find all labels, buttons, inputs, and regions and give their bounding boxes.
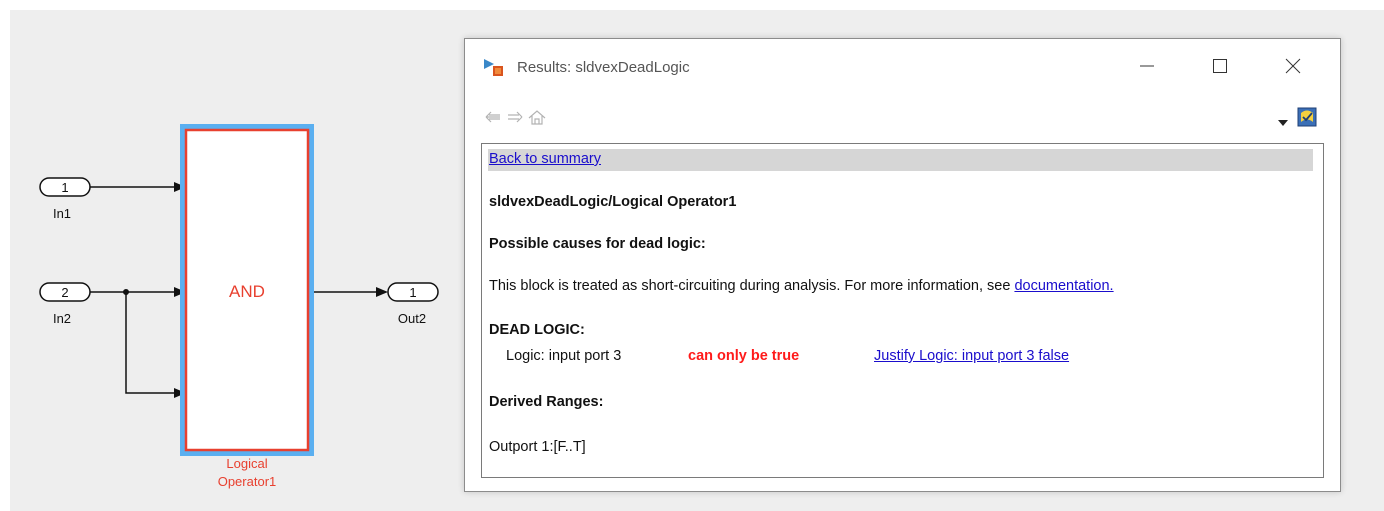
dead-logic-status: can only be true <box>688 348 800 364</box>
back-to-summary-row: Back to summary <box>488 149 1313 171</box>
documentation-link[interactable]: documentation. <box>1014 278 1113 294</box>
block-caption-line2: Operator1 <box>218 474 277 489</box>
causes-heading: Possible causes for dead logic: <box>489 236 706 252</box>
dead-logic-heading: DEAD LOGIC: <box>489 322 585 338</box>
inport-1-number: 1 <box>61 180 68 195</box>
justify-logic-link[interactable]: Justify Logic: input port 3 false <box>874 348 1069 364</box>
maximize-icon <box>1212 58 1228 79</box>
causes-text: This block is treated as short-circuitin… <box>489 278 1015 294</box>
outport-1-number: 1 <box>409 285 416 300</box>
window-title: Results: sldvexDeadLogic <box>517 59 690 76</box>
title-bar[interactable]: Results: sldvexDeadLogic <box>465 39 1340 97</box>
inport-1-name: In1 <box>53 206 71 221</box>
block-caption-line1: Logical <box>226 456 267 471</box>
results-window: Results: sldvexDeadLogic Back to summary… <box>464 38 1341 492</box>
browser-toolbar <box>465 103 1340 131</box>
outport-1-name: Out2 <box>398 311 426 326</box>
maximize-button[interactable] <box>1200 51 1240 85</box>
home-icon[interactable] <box>527 107 547 127</box>
causes-paragraph: This block is treated as short-circuitin… <box>489 278 1114 294</box>
branch-point <box>123 289 129 295</box>
back-to-summary-link[interactable]: Back to summary <box>489 151 601 167</box>
inport-2[interactable]: 2 <box>39 282 91 302</box>
results-app-icon <box>483 56 505 83</box>
inport-2-name: In2 <box>53 311 71 326</box>
dead-logic-item: Logic: input port 3 <box>506 348 622 364</box>
forward-arrow-icon[interactable] <box>505 107 525 127</box>
derived-ranges-heading: Derived Ranges: <box>489 394 604 410</box>
derived-ranges-value: Outport 1:[F..T] <box>489 439 586 455</box>
inport-2-number: 2 <box>61 285 68 300</box>
outport-1[interactable]: 1 <box>387 282 439 302</box>
close-icon <box>1285 58 1301 79</box>
dropdown-arrow-icon[interactable] <box>1277 114 1289 132</box>
logical-operator-block[interactable]: AND <box>180 124 314 456</box>
minimize-button[interactable] <box>1127 51 1167 85</box>
back-arrow-icon[interactable] <box>483 107 503 127</box>
simulink-diagram: 1 In1 2 In2 AND Logical Operator1 1 Out2 <box>39 124 439 489</box>
inport-1[interactable]: 1 <box>39 177 91 197</box>
block-path-title: sldvexDeadLogic/Logical Operator1 <box>489 194 737 210</box>
help-icon[interactable] <box>1297 107 1317 132</box>
block-operator-label: AND <box>229 282 265 301</box>
minimize-icon <box>1139 58 1155 79</box>
results-content: Back to summary sldvexDeadLogic/Logical … <box>481 143 1324 478</box>
close-button[interactable] <box>1273 51 1313 85</box>
